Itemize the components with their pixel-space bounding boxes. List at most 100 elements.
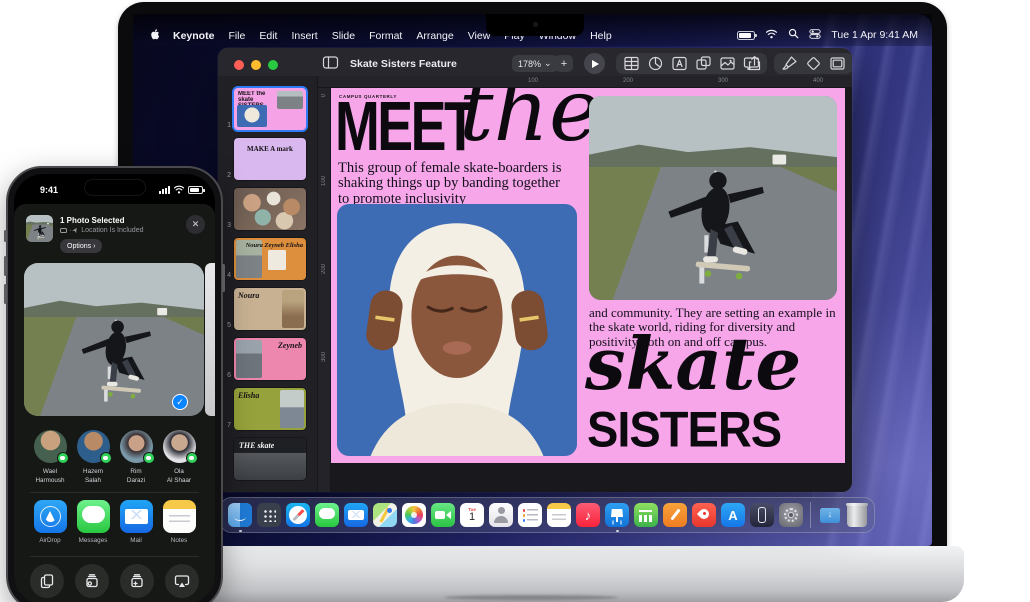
slide-thumbnail-row[interactable]: 6 Zeyneb [218,338,318,380]
dock-downloads-icon[interactable] [818,503,842,527]
dock-contacts-icon[interactable] [489,503,513,527]
slide-footer-script[interactable]: skate [585,328,801,400]
slide-headline-script[interactable]: the [459,88,600,154]
slide-thumbnail-8[interactable]: THE skate [234,438,306,480]
options-button[interactable]: Options › [60,239,102,253]
menu-edit[interactable]: Edit [259,30,277,42]
media-tool-icon[interactable] [719,55,736,72]
slide-thumbnail-1[interactable]: MEET the skate SISTERS [234,88,306,130]
dock-finder-icon[interactable] [228,503,252,527]
share-to-mail[interactable]: Mail [116,500,156,544]
share-to-messages[interactable]: Messages [73,500,113,544]
dock-trash-icon[interactable] [847,503,867,527]
zoom-window-button[interactable] [268,60,278,70]
slide-thumbnail-row[interactable]: 7 Elisha [218,388,318,430]
slide-thumbnail-row[interactable]: 4 Noura Zeyneb Elisha [218,238,318,280]
share-button[interactable] [746,55,763,72]
slide-portrait-photo[interactable] [337,204,577,456]
slide-headline-bold[interactable]: MEET [335,96,474,158]
contact-rim[interactable]: RimDarazi [116,430,156,485]
dock-launchpad-icon[interactable] [257,503,281,527]
dock-calendar-icon[interactable]: Tue 1 [460,503,484,527]
dock-messages-icon[interactable] [315,503,339,527]
dock-iphone-mirroring-icon[interactable] [750,503,774,527]
animate-icon[interactable] [805,55,822,72]
dock-keynote-icon[interactable] [605,503,629,527]
photo-selected-checkmark[interactable]: ✓ [172,394,188,410]
share-to-airdrop[interactable]: AirDrop [30,500,70,544]
messages-badge-icon [100,452,112,464]
document-icon[interactable] [829,55,846,72]
next-photo-edge[interactable] [205,263,215,416]
apple-menu[interactable] [149,28,161,42]
dock-system-settings-icon[interactable] [779,503,803,527]
close-share-sheet-button[interactable]: ✕ [186,215,205,234]
dock-music-icon[interactable]: ♪ [576,503,600,527]
dock-facetime-icon[interactable] [431,503,455,527]
contact-hazem[interactable]: HazemSalah [73,430,113,485]
close-window-button[interactable] [234,60,244,70]
control-center-icon[interactable] [809,29,821,42]
avatar [34,430,67,463]
dock-safari-icon[interactable] [286,503,310,527]
text-tool-icon[interactable] [671,55,688,72]
dock-maps-icon[interactable] [373,503,397,527]
view-sidebar-toggle-button[interactable] [322,54,339,71]
current-slide[interactable]: CAMPUS QUARTERLY MEET the This group of … [331,88,845,463]
slide-thumbnail-4[interactable]: Noura Zeyneb Elisha [234,238,306,280]
contact-wael[interactable]: WaelHarmoush [30,430,70,485]
menu-format[interactable]: Format [369,30,402,42]
add-to-album-action-button[interactable] [120,564,154,598]
avatar [120,430,153,463]
dock-reminders-icon[interactable] [518,503,542,527]
menu-help[interactable]: Help [590,30,612,42]
table-tool-icon[interactable] [623,55,640,72]
photo-preview[interactable] [24,263,204,416]
play-button[interactable] [584,53,605,74]
battery-icon[interactable] [737,31,755,40]
slide-thumbnail-row[interactable]: THE skate [218,438,318,480]
airplay-action-button[interactable] [165,564,199,598]
dock-numbers-icon[interactable] [634,503,658,527]
menu-arrange[interactable]: Arrange [416,30,453,42]
slide-footer-bold[interactable]: SISTERS [587,404,781,454]
slide-thumbnail-row[interactable]: 3 [218,188,318,230]
inspector-tool-group [774,53,852,74]
contact-ola[interactable]: OlaAl Shaar [159,430,199,485]
zoom-level-dropdown[interactable]: 178% ⌄ [512,55,558,72]
slide-skateboarder-photo[interactable] [589,96,837,300]
slide-intro-text[interactable]: This group of female skate-boarders is s… [338,161,566,207]
minimize-window-button[interactable] [251,60,261,70]
slide-thumbnail-6[interactable]: Zeyneb [234,338,306,380]
dock-mail-icon[interactable] [344,503,368,527]
slide-thumbnail-3[interactable] [234,188,306,230]
wifi-icon[interactable] [765,29,778,42]
shared-album-action-button[interactable] [75,564,109,598]
dock-photos-icon[interactable] [402,503,426,527]
app-label: Messages [79,537,108,544]
share-to-notes[interactable]: Notes [159,500,199,544]
dock-separator [810,502,811,528]
format-brush-icon[interactable] [781,55,798,72]
slide-thumbnail-7[interactable]: Elisha [234,388,306,430]
chart-tool-icon[interactable] [647,55,664,72]
menu-slide[interactable]: Slide [332,30,355,42]
menu-bar-clock[interactable]: Tue 1 Apr 9:41 AM [831,29,918,41]
menu-file[interactable]: File [228,30,245,42]
dock-notes-icon[interactable] [547,503,571,527]
dock-appstore-icon[interactable]: A [721,503,745,527]
spotlight-search-icon[interactable] [788,28,799,42]
shape-tool-icon[interactable] [695,55,712,72]
dock-rocket-app-icon[interactable] [692,503,716,527]
copy-action-button[interactable] [30,564,64,598]
menu-insert[interactable]: Insert [291,30,317,42]
slide-thumbnail-row[interactable]: 1 MEET the skate SISTERS [218,88,318,130]
slide-thumbnail-5[interactable]: Noura [234,288,306,330]
menu-app-name[interactable]: Keynote [173,30,214,42]
slide-thumbnail-row[interactable]: 2 MAKE A mark [218,138,318,180]
add-slide-button[interactable]: + [555,55,573,72]
slide-thumbnail-row[interactable]: 5 Noura [218,288,318,330]
dock-pages-icon[interactable] [663,503,687,527]
slide-thumbnail-2[interactable]: MAKE A mark [234,138,306,180]
appstore-a-glyph: A [728,508,737,523]
